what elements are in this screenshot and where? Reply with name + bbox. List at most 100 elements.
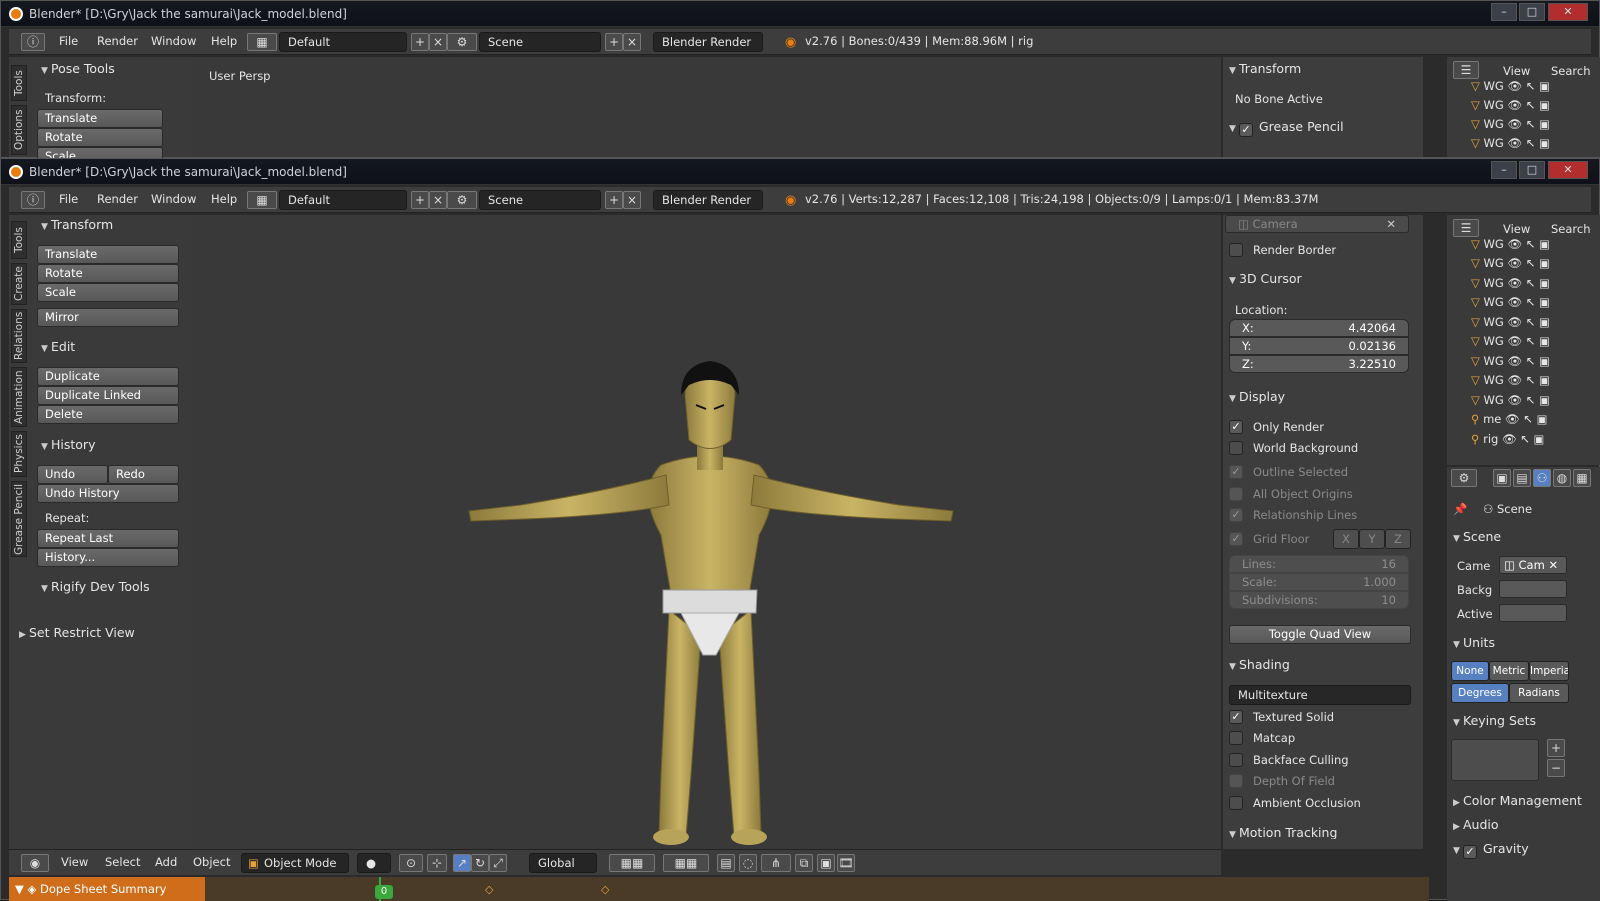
outliner-item[interactable]: ▽ WG 👁 ↖ ▣ <box>1471 117 1550 131</box>
undo-history-button[interactable]: Undo History <box>37 484 179 503</box>
layout-dropdown[interactable]: Default <box>279 190 407 210</box>
remove-keying-set-icon[interactable]: − <box>1547 759 1565 777</box>
keyframe-icon[interactable]: ◇ <box>485 883 493 896</box>
degrees-button[interactable]: Degrees <box>1451 683 1509 703</box>
duplicate-linked-button[interactable]: Duplicate Linked <box>37 386 179 405</box>
translate-manipulator-icon[interactable]: ↗ <box>453 854 471 872</box>
delete-button[interactable]: Delete <box>37 405 179 424</box>
grid-floor-checkbox[interactable]: ✓ <box>1229 532 1243 546</box>
ambient-occlusion-checkbox[interactable] <box>1229 796 1243 810</box>
scale-button[interactable]: Scale <box>37 283 179 302</box>
panel-header-set-restrict-view[interactable]: ▶ Set Restrict View <box>19 625 135 640</box>
add-scene-icon[interactable]: + <box>605 191 623 209</box>
mirror-button[interactable]: Mirror <box>37 308 179 327</box>
panel-header-edit[interactable]: ▼ Edit <box>41 339 75 354</box>
render-animation-icon[interactable]: 🎞 <box>837 854 855 872</box>
panel-header-shading[interactable]: ▼ Shading <box>1229 657 1290 672</box>
panel-header-scene[interactable]: ▼ Scene <box>1453 529 1501 544</box>
mode-dropdown[interactable]: ▣ Object Mode <box>241 853 349 873</box>
menu-file[interactable]: File <box>59 34 78 48</box>
world-tab-icon[interactable]: ◍ <box>1553 469 1571 487</box>
current-frame-indicator[interactable]: 0 <box>375 885 393 899</box>
transform-orientation-dropdown[interactable]: Global <box>529 853 597 873</box>
scene-tab-icon[interactable]: ⚇ <box>1533 469 1551 487</box>
menu-window[interactable]: Window <box>151 34 196 48</box>
all-object-origins-checkbox[interactable] <box>1229 487 1243 501</box>
gravity-checkbox[interactable]: ✓ <box>1463 845 1477 859</box>
dope-sheet-strip[interactable]: ▼ ◈ Dope Sheet Summary 0 ◇ ◇ <box>9 877 1429 901</box>
maximize-button[interactable]: □ <box>1519 3 1545 21</box>
outliner-item[interactable]: ▽ WG 👁 ↖ ▣ <box>1471 334 1550 348</box>
units-metric-button[interactable]: Metric <box>1489 661 1529 681</box>
relationship-lines-checkbox[interactable]: ✓ <box>1229 508 1243 522</box>
cursor-z-field[interactable]: Z: 3.22510 <box>1229 355 1409 373</box>
minimize-button[interactable]: – <box>1491 3 1517 21</box>
panel-header-units[interactable]: ▼ Units <box>1453 635 1495 650</box>
outliner-item[interactable]: ▽ WG 👁 ↖ ▣ <box>1471 136 1550 150</box>
outline-selected-checkbox[interactable]: ✓ <box>1229 465 1243 479</box>
outliner-item[interactable]: ▽ WG 👁 ↖ ▣ <box>1471 98 1550 112</box>
add-keying-set-icon[interactable]: + <box>1547 739 1565 757</box>
outliner-search-menu[interactable]: Search <box>1551 222 1591 236</box>
vtab-tools[interactable]: Tools <box>11 221 27 259</box>
outliner-item[interactable]: ▽ WG 👁 ↖ ▣ <box>1471 373 1550 387</box>
render-engine-dropdown[interactable]: Blender Render <box>653 190 763 210</box>
cursor-y-field[interactable]: Y: 0.02136 <box>1229 337 1409 355</box>
maximize-button[interactable]: □ <box>1519 161 1545 179</box>
menu-view[interactable]: View <box>61 855 88 869</box>
duplicate-button[interactable]: Duplicate <box>37 367 179 386</box>
layout-icon[interactable]: ▦ <box>247 191 277 209</box>
undo-button[interactable]: Undo <box>37 465 108 484</box>
menu-render[interactable]: Render <box>97 192 138 206</box>
dope-sheet-summary[interactable]: ▼ ◈ Dope Sheet Summary <box>9 877 205 901</box>
textured-solid-checkbox[interactable]: ✓ <box>1229 710 1243 724</box>
add-scene-icon[interactable]: + <box>605 33 623 51</box>
menu-help[interactable]: Help <box>211 192 237 206</box>
outliner-item[interactable]: ⚲ me 👁 ↖ ▣ <box>1471 412 1547 426</box>
scene-camera-field[interactable]: ◫ Cam ✕ <box>1499 556 1567 574</box>
rotate-button[interactable]: Rotate <box>37 264 179 283</box>
vtab-physics[interactable]: Physics <box>11 431 27 477</box>
panel-header-grease-pencil[interactable]: ▼ ✓ Grease Pencil <box>1229 119 1344 137</box>
close-window-button[interactable]: ✕ <box>1548 161 1588 179</box>
render-preview-icon[interactable]: ▣ <box>817 854 835 872</box>
object-tab-icon[interactable]: ▦ <box>1573 469 1591 487</box>
add-layout-icon[interactable]: + <box>411 191 429 209</box>
render-layers-tab-icon[interactable]: ▤ <box>1513 469 1531 487</box>
3d-viewport[interactable] <box>191 215 1221 849</box>
layout-icon[interactable]: ▦ <box>247 33 277 51</box>
scene-dropdown[interactable]: Scene <box>479 190 601 210</box>
outliner-view-menu[interactable]: View <box>1503 222 1530 236</box>
outliner-item[interactable]: ▽ WG 👁 ↖ ▣ <box>1471 276 1550 290</box>
scene-dropdown[interactable]: Scene <box>479 32 601 52</box>
outliner-item[interactable]: ▽ WG 👁 ↖ ▣ <box>1471 256 1550 270</box>
close-window-button[interactable]: ✕ <box>1548 3 1588 21</box>
editor-type-3dview-icon[interactable]: ◉ <box>21 854 49 872</box>
panel-header-transform[interactable]: ▼ Transform <box>41 217 113 232</box>
outliner-item[interactable]: ▽ WG 👁 ↖ ▣ <box>1471 79 1550 93</box>
rotate-button[interactable]: Rotate <box>37 128 163 147</box>
scale-manipulator-icon[interactable]: ⤢ <box>489 854 507 872</box>
camera-field[interactable]: ◫ Camera ✕ <box>1225 215 1409 233</box>
shading-mode-dropdown[interactable]: Multitexture <box>1229 685 1411 705</box>
history-button[interactable]: History... <box>37 548 179 567</box>
outliner-item[interactable]: ▽ WG 👁 ↖ ▣ <box>1471 393 1550 407</box>
active-field[interactable] <box>1499 604 1567 622</box>
scene-icon[interactable]: ⚙ <box>447 191 477 209</box>
menu-file[interactable]: File <box>59 192 78 206</box>
scene-icon[interactable]: ⚙ <box>447 33 477 51</box>
panel-header-pose-tools[interactable]: ▼ Pose Tools <box>41 61 115 76</box>
rotate-manipulator-icon[interactable]: ↻ <box>471 854 489 872</box>
radians-button[interactable]: Radians <box>1509 683 1569 703</box>
menu-render[interactable]: Render <box>97 34 138 48</box>
panel-header-display[interactable]: ▼ Display <box>1229 389 1285 404</box>
panel-header-transform[interactable]: ▼ Transform <box>1229 61 1301 76</box>
grid-scale-field[interactable]: Scale: 1.000 <box>1229 573 1409 591</box>
clear-camera-icon[interactable]: ✕ <box>1386 216 1396 232</box>
vtab-animation[interactable]: Animation <box>11 367 27 427</box>
render-tab-icon[interactable]: ▣ <box>1493 469 1511 487</box>
pivot-point-icon[interactable]: ⊙ <box>399 854 423 872</box>
add-layout-icon[interactable]: + <box>411 33 429 51</box>
render-border-checkbox[interactable] <box>1229 243 1243 257</box>
menu-add[interactable]: Add <box>155 855 177 869</box>
